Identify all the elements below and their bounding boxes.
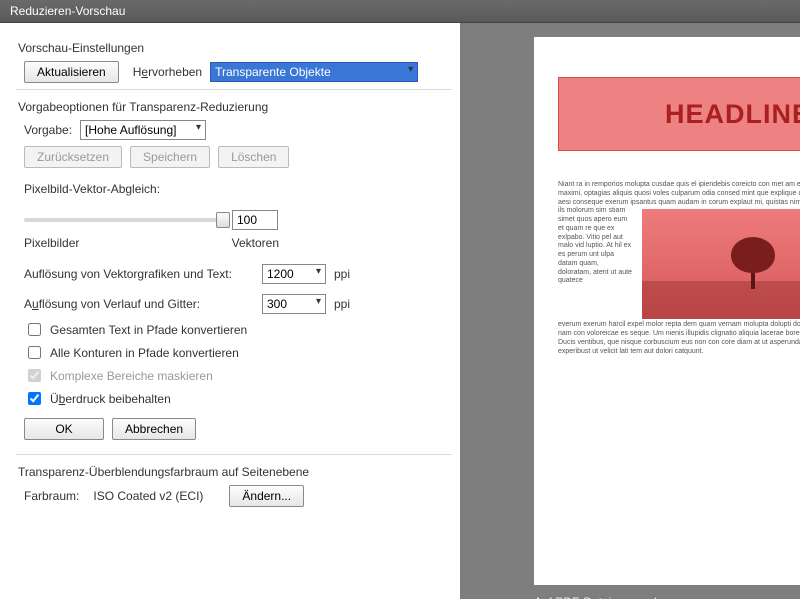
group-preview: Vorschau-Einstellungen: [18, 41, 444, 55]
page-preview: HEADLINE Niant ra in remporios molupta c…: [534, 37, 800, 585]
balance-right-label: Vektoren: [232, 236, 279, 250]
balance-left-label: Pixelbilder: [24, 236, 79, 250]
reset-button: Zurücksetzen: [24, 146, 122, 168]
settings-panel: Vorschau-Einstellungen Aktualisieren Her…: [0, 23, 460, 599]
cb-complex-mask: Komplexe Bereiche maskieren: [24, 366, 444, 385]
apply-to-pdf-label: Auf PDF-Datei anwenden: [534, 595, 786, 599]
headline-highlight: HEADLINE: [558, 77, 800, 151]
balance-label: Pixelbild-Vektor-Abgleich:: [24, 182, 444, 196]
cb-text-paths[interactable]: Gesamten Text in Pfade konvertieren: [24, 320, 444, 339]
colorspace-label: Farbraum:: [24, 489, 79, 503]
window-title: Reduzieren-Vorschau: [10, 4, 125, 18]
unit-ppi-1: ppi: [334, 267, 350, 281]
change-button[interactable]: Ändern...: [229, 485, 304, 507]
cb-overprint[interactable]: Überdruck beibehalten: [24, 389, 444, 408]
balance-slider[interactable]: [24, 218, 224, 222]
highlight-select[interactable]: Transparente Objekte: [210, 62, 418, 82]
vector-res-select[interactable]: 1200: [262, 264, 326, 284]
highlight-label: Hervorheben: [133, 65, 202, 79]
save-button: Speichern: [130, 146, 210, 168]
gradient-res-select[interactable]: 300: [262, 294, 326, 314]
cb-complex-mask-box: [28, 369, 41, 382]
refresh-button[interactable]: Aktualisieren: [24, 61, 119, 83]
group-preset: Vorgabeoptionen für Transparenz-Reduzier…: [18, 100, 444, 114]
unit-ppi-2: ppi: [334, 297, 350, 311]
gradient-res-label: Auflösung von Verlauf und Gitter:: [24, 297, 254, 311]
ok-button[interactable]: OK: [24, 418, 104, 440]
preset-select[interactable]: [Hohe Auflösung]: [80, 120, 206, 140]
preview-area: HEADLINE Niant ra in remporios molupta c…: [460, 23, 800, 599]
slider-thumb[interactable]: [216, 212, 230, 228]
window-titlebar: Reduzieren-Vorschau: [0, 0, 800, 23]
cb-overprint-box[interactable]: [28, 392, 41, 405]
cancel-button[interactable]: Abbrechen: [112, 418, 196, 440]
vector-res-label: Auflösung von Vektorgrafiken und Text:: [24, 267, 254, 281]
body-text: Niant ra in remporios molupta cusdae qui…: [558, 181, 800, 356]
preset-label: Vorgabe:: [24, 123, 72, 137]
image-highlight: [642, 209, 800, 319]
cb-strokes-paths-box[interactable]: [28, 346, 41, 359]
cb-strokes-paths[interactable]: Alle Konturen in Pfade konvertieren: [24, 343, 444, 362]
cb-text-paths-box[interactable]: [28, 323, 41, 336]
group-blend: Transparenz-Überblendungsfarbraum auf Se…: [18, 465, 444, 479]
delete-button: Löschen: [218, 146, 289, 168]
balance-value[interactable]: [232, 210, 278, 230]
colorspace-value: ISO Coated v2 (ECI): [93, 489, 203, 503]
headline-text: HEADLINE: [665, 99, 800, 130]
